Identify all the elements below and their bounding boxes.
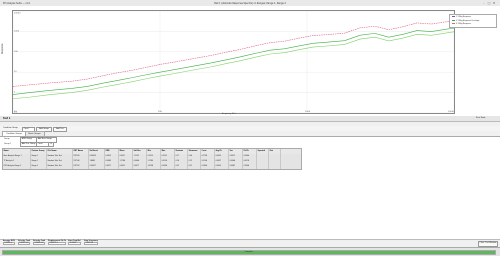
legend-swatch: [452, 16, 455, 18]
table-cell: [257, 163, 269, 169]
legend-swatch: [452, 19, 455, 21]
series-line-2: [12, 27, 455, 95]
stat-value[interactable]: 0.0093 in/s: [33, 241, 46, 245]
table-cell: [269, 163, 281, 169]
settings-icon[interactable]: ⚙: [48, 141, 54, 147]
x-tick-label: 100: [158, 111, 163, 113]
x-axis-label: Frequency (Hz): [222, 112, 236, 115]
stat-label: Average RMS: [3, 240, 15, 242]
stat-label: Start Freq(Hz): [68, 240, 81, 242]
close-test-window-button[interactable]: Close Test Window: [478, 241, 498, 247]
y-tick-label: 1000: [14, 30, 20, 32]
stat-label: Stop Frequency: [84, 240, 99, 242]
cond-select[interactable]: Cond: [36, 141, 49, 147]
table-cell: 0.00077: [89, 163, 105, 169]
legend-entry: 1 X Bkg Response: [452, 16, 471, 18]
test-label: Test 1: [3, 117, 11, 120]
minimize-button[interactable]: –: [482, 1, 486, 5]
table-cell: 0.0029: [215, 163, 229, 169]
condition-group-label: Condition Group: [3, 127, 18, 130]
table-cell: Range 2: [31, 163, 47, 169]
plot-panel: Response 0.1 1 10 100 1000 10000 10 100 1000 1000…: [0, 6, 500, 117]
y-axis-label: Response: [1, 43, 4, 54]
table-cell: 0.0081: [229, 163, 243, 169]
chart-area[interactable]: 0.1 1 10 100 1000 10000 10 100 1000 10000: [12, 10, 455, 114]
stat-value[interactable]: 0.0281 in/s: [18, 241, 31, 245]
mid-toolbar: Test 1 Print Mode: [0, 116, 500, 122]
chart-legend: 1 X Bkg Response 2 X Bkg Response Envelo…: [449, 14, 497, 28]
x-tick-label: 10000: [448, 111, 454, 113]
table-cell: 0.5904: [243, 163, 257, 169]
legend-entry: 2 X Bkg Response Envelope: [452, 19, 479, 22]
stat-label: Velocity Peak: [18, 240, 31, 242]
legend-swatch: [452, 23, 455, 25]
close-button[interactable]: ✕: [492, 1, 496, 5]
table-cell: DUT Analysis Range 2: [3, 163, 31, 169]
test-group-select[interactable]: Add Test Group: [20, 141, 37, 147]
table-cell: 0.31: [188, 163, 201, 169]
maximize-button[interactable]: □: [487, 1, 491, 5]
stat-field: Average RMS 0.0055 g: [3, 241, 15, 245]
stat-label: Velocity Peak: [33, 240, 46, 242]
stat-label: Displacement Pk-Pk: [48, 240, 66, 242]
table-cell: Random Vibe Test: [47, 163, 73, 169]
progress-label: Complete: [244, 251, 254, 254]
table-cell: 0.0071: [105, 163, 119, 169]
table-cell: DUT B1: [73, 163, 89, 169]
series-line-3: [12, 31, 455, 100]
table-cell: 0.0077: [133, 163, 147, 169]
results-grid: Name Partner Group File Name DUT Name Ref Ac…: [2, 147, 302, 170]
response-chart: 0.111010010001000010 100 1000 10000: [12, 10, 455, 114]
group-1-label: Group 1: [4, 142, 12, 145]
x-tick-label: 1000: [305, 111, 311, 113]
group-label: Group: [4, 138, 10, 140]
table-cell: 0.22: [175, 163, 188, 169]
tab-body: Group ADD Group Add New Group Group 1 Ad…: [0, 135, 500, 240]
table-cell: 0.1656: [201, 163, 215, 169]
stat-value[interactable]: 10.0000: [68, 241, 81, 245]
window-title: Test 1 (Absolute Response Spectra) on Ra…: [214, 1, 286, 5]
y-tick-label: 10000: [14, 13, 21, 15]
table-cell: 0.0254: [161, 163, 175, 169]
table-cell: 1.0198: [147, 163, 161, 169]
stat-field: Start Freq(Hz) 10.0000: [68, 241, 81, 245]
stat-value[interactable]: 0.00019 in: [48, 241, 66, 245]
stat-field: Velocity Peak 0.0093 in/s: [33, 240, 46, 245]
series-line-1: [12, 20, 455, 87]
progress-bar: Complete: [2, 250, 496, 255]
app-label: RT Analysis Suite — v1.0: [3, 1, 31, 5]
print-mode-label[interactable]: Print Mode: [476, 117, 486, 119]
stat-field: Velocity Peak 0.0281 in/s: [18, 240, 31, 245]
table-cell: 0.0021: [119, 163, 133, 169]
legend-entry: 3 X Bkg Response: [452, 23, 471, 25]
table-row[interactable]: DUT Analysis Range 2 Range 2 Random Vibe T…: [3, 163, 301, 169]
stat-value[interactable]: 0.0055 g: [3, 241, 15, 245]
stat-field: Stop Frequency 10000.00: [84, 240, 99, 245]
stat-field: Displacement Pk-Pk 0.00019 in: [48, 241, 66, 245]
stat-value[interactable]: 10000.00: [84, 241, 99, 245]
